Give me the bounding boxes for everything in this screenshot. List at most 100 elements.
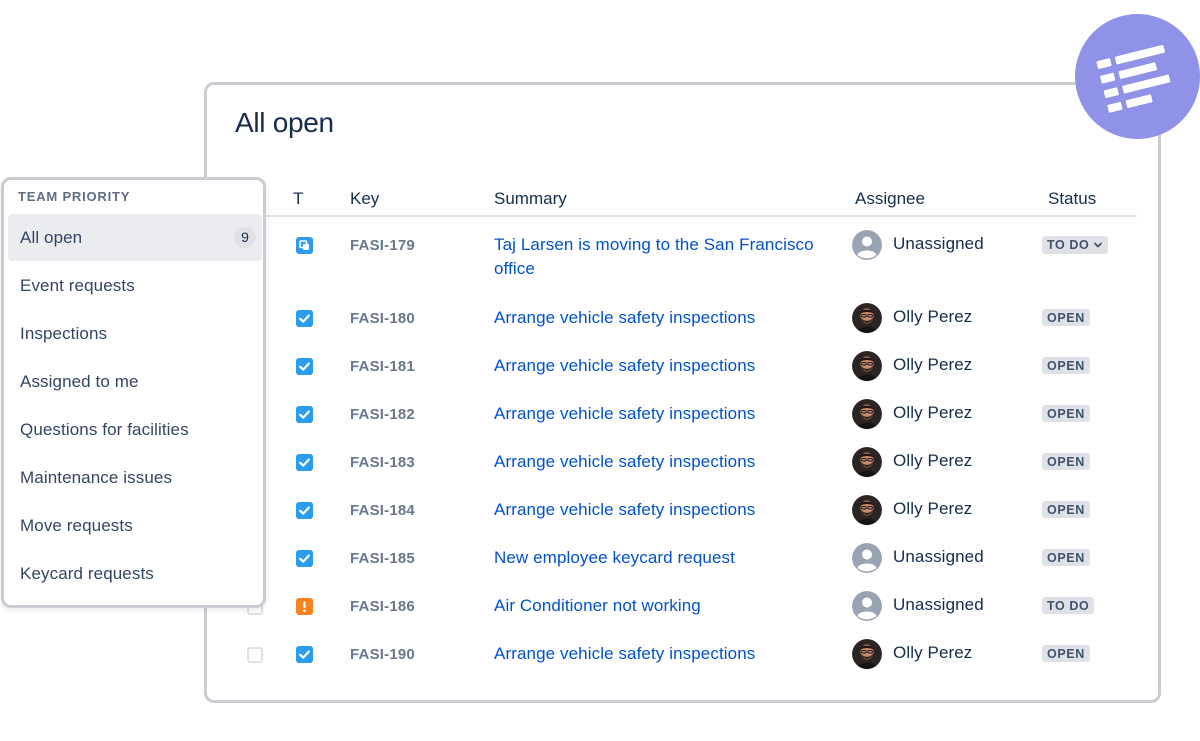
column-header-type[interactable]: T	[293, 189, 303, 209]
issue-key[interactable]: FASI-179	[350, 237, 415, 254]
sidebar-item-maintenance-issues[interactable]: Maintenance issues	[8, 454, 262, 501]
issue-summary-link[interactable]: Taj Larsen is moving to the San Francisc…	[494, 233, 834, 281]
task-type-icon	[296, 550, 313, 567]
issue-summary-link[interactable]: Arrange vehicle safety inspections	[494, 498, 834, 522]
sidebar-item-label: Maintenance issues	[20, 468, 173, 487]
assignee-name: Olly Perez	[893, 451, 973, 470]
task-type-icon	[296, 502, 313, 519]
unassigned-avatar-icon	[852, 230, 882, 260]
assignee-name: Olly Perez	[893, 307, 973, 326]
sidebar-item-move-requests[interactable]: Move requests	[8, 502, 262, 549]
sidebar-item-assigned-to-me[interactable]: Assigned to me	[8, 358, 262, 405]
queue-count-badge: 9	[234, 227, 256, 248]
sidebar-item-questions-for-facilities[interactable]: Questions for facilities	[8, 406, 262, 453]
issue-key[interactable]: FASI-181	[350, 358, 415, 375]
issue-key[interactable]: FASI-180	[350, 310, 415, 327]
status-badge[interactable]: OPEN	[1042, 645, 1090, 662]
assignee-name: Olly Perez	[893, 643, 973, 662]
table-row[interactable]: FASI-185 New employee keycard request Unas…	[207, 535, 1137, 583]
table-row[interactable]: FASI-186 Air Conditioner not working Unass…	[207, 583, 1137, 631]
status-label: OPEN	[1047, 359, 1085, 373]
issue-summary-link[interactable]: Arrange vehicle safety inspections	[494, 306, 834, 330]
status-badge[interactable]: OPEN	[1042, 357, 1090, 374]
task-type-icon	[296, 358, 313, 375]
chevron-down-icon	[1093, 239, 1103, 253]
avatar	[852, 495, 882, 525]
issue-key[interactable]: FASI-186	[350, 598, 415, 615]
column-header-status[interactable]: Status	[1048, 189, 1096, 209]
issue-summary-link[interactable]: Arrange vehicle safety inspections	[494, 642, 834, 666]
avatar	[852, 639, 882, 669]
status-badge[interactable]: OPEN	[1042, 309, 1090, 326]
issue-summary-link[interactable]: Arrange vehicle safety inspections	[494, 354, 834, 378]
assignee-name: Olly Perez	[893, 403, 973, 422]
status-label: OPEN	[1047, 407, 1085, 421]
issue-key[interactable]: FASI-183	[350, 454, 415, 471]
issue-key[interactable]: FASI-185	[350, 550, 415, 567]
sidebar-item-label: Inspections	[20, 324, 108, 343]
assignee-name: Unassigned	[893, 234, 984, 253]
assignee-name: Unassigned	[893, 595, 984, 614]
sidebar-item-label: Event requests	[20, 276, 135, 295]
status-badge[interactable]: TO DO	[1042, 597, 1095, 614]
status-badge[interactable]: OPEN	[1042, 501, 1090, 518]
sidebar-item-label: Keycard requests	[20, 564, 154, 583]
sidebar-item-label: Questions for facilities	[20, 420, 189, 439]
status-label: OPEN	[1047, 311, 1085, 325]
service-request-type-icon	[296, 237, 313, 254]
task-type-icon	[296, 646, 313, 663]
column-header-key[interactable]: Key	[350, 189, 379, 209]
sidebar-heading: TEAM PRIORITY	[18, 189, 131, 204]
issue-summary-link[interactable]: New employee keycard request	[494, 546, 834, 570]
issue-key[interactable]: FASI-182	[350, 406, 415, 423]
table-row[interactable]: FASI-183 Arrange vehicle safety inspectio…	[207, 439, 1137, 487]
issue-summary-link[interactable]: Air Conditioner not working	[494, 594, 834, 618]
column-header-summary[interactable]: Summary	[494, 189, 567, 209]
assignee-name: Unassigned	[893, 547, 984, 566]
sidebar-item-label: Move requests	[20, 516, 133, 535]
sidebar-item-keycard-requests[interactable]: Keycard requests	[8, 550, 262, 597]
status-badge[interactable]: OPEN	[1042, 405, 1090, 422]
table-row[interactable]: FASI-181 Arrange vehicle safety inspectio…	[207, 343, 1137, 391]
status-badge[interactable]: OPEN	[1042, 549, 1090, 566]
queue-panel: All open T Key Summary Assignee Status F…	[204, 82, 1161, 703]
sidebar-item-event-requests[interactable]: Event requests	[8, 262, 262, 309]
sidebar-item-label: All open	[20, 228, 83, 247]
task-type-icon	[296, 406, 313, 423]
avatar	[852, 399, 882, 429]
sidebar-item-inspections[interactable]: Inspections	[8, 310, 262, 357]
task-type-icon	[296, 454, 313, 471]
avatar	[852, 447, 882, 477]
queue-badge	[1075, 14, 1200, 139]
sidebar-item-all-open[interactable]: All open 9	[8, 214, 262, 261]
table-row[interactable]: FASI-190 Arrange vehicle safety inspectio…	[207, 631, 1137, 679]
table-row[interactable]: FASI-179 Taj Larsen is moving to the San …	[207, 222, 1137, 278]
assignee-name: Olly Perez	[893, 499, 973, 518]
assignee-name: Olly Perez	[893, 355, 973, 374]
table-header: T Key Summary Assignee Status	[207, 185, 1137, 217]
issue-summary-link[interactable]: Arrange vehicle safety inspections	[494, 402, 834, 426]
table-row[interactable]: FASI-182 Arrange vehicle safety inspectio…	[207, 391, 1137, 439]
issue-key[interactable]: FASI-184	[350, 502, 415, 519]
incident-type-icon	[296, 598, 313, 615]
status-label: OPEN	[1047, 455, 1085, 469]
row-checkbox[interactable]	[247, 647, 263, 663]
table-row[interactable]: FASI-180 Arrange vehicle safety inspectio…	[207, 295, 1137, 343]
status-label: TO DO	[1047, 599, 1090, 613]
page-title: All open	[235, 107, 334, 138]
status-label: TO DO	[1047, 238, 1090, 252]
list-icon	[1096, 44, 1171, 113]
task-type-icon	[296, 310, 313, 327]
issue-summary-link[interactable]: Arrange vehicle safety inspections	[494, 450, 834, 474]
status-badge[interactable]: OPEN	[1042, 453, 1090, 470]
sidebar-item-label: Assigned to me	[20, 372, 139, 391]
status-badge[interactable]: TO DO	[1042, 236, 1109, 254]
issue-key[interactable]: FASI-190	[350, 646, 415, 663]
table-row[interactable]: FASI-184 Arrange vehicle safety inspectio…	[207, 487, 1137, 535]
column-header-assignee[interactable]: Assignee	[855, 189, 925, 209]
avatar	[852, 303, 882, 333]
status-label: OPEN	[1047, 503, 1085, 517]
queue-sidebar: TEAM PRIORITY All open 9 Event requests Ins…	[1, 177, 266, 608]
status-label: OPEN	[1047, 647, 1085, 661]
unassigned-avatar-icon	[852, 591, 882, 621]
